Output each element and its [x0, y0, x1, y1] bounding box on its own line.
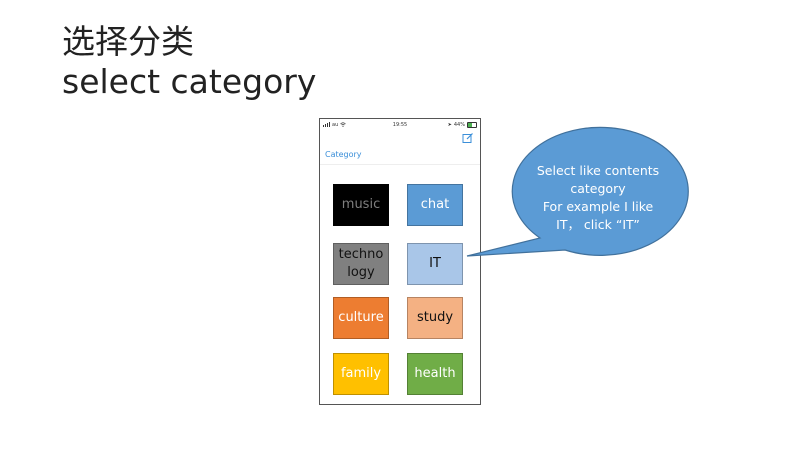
phone-screenshot: au 19:55 ➤ 44% Category music chat techn… — [319, 118, 481, 405]
category-tile-music[interactable]: music — [333, 184, 389, 226]
category-grid: music chat techno logy IT culture study … — [320, 119, 480, 404]
callout-line-1: Select like contents — [536, 163, 660, 178]
slide-title-english: select category — [62, 62, 317, 102]
slide-title-chinese: 选择分类 — [62, 22, 194, 61]
callout-line-2: category — [570, 181, 626, 197]
callout-line-3: For example I like — [542, 199, 654, 215]
category-tile-chat[interactable]: chat — [407, 184, 463, 226]
category-tile-family[interactable]: family — [333, 353, 389, 395]
callout-line-4: IT， click “IT” — [556, 217, 640, 233]
category-tile-study[interactable]: study — [407, 297, 463, 339]
category-tile-health[interactable]: health — [407, 353, 463, 395]
category-tile-it[interactable]: IT — [407, 243, 463, 285]
slide-title: 选择分类 select category — [62, 22, 316, 103]
category-tile-culture[interactable]: culture — [333, 297, 389, 339]
callout-text: Select like contents category For exampl… — [516, 162, 680, 235]
category-tile-technology[interactable]: techno logy — [333, 243, 389, 285]
